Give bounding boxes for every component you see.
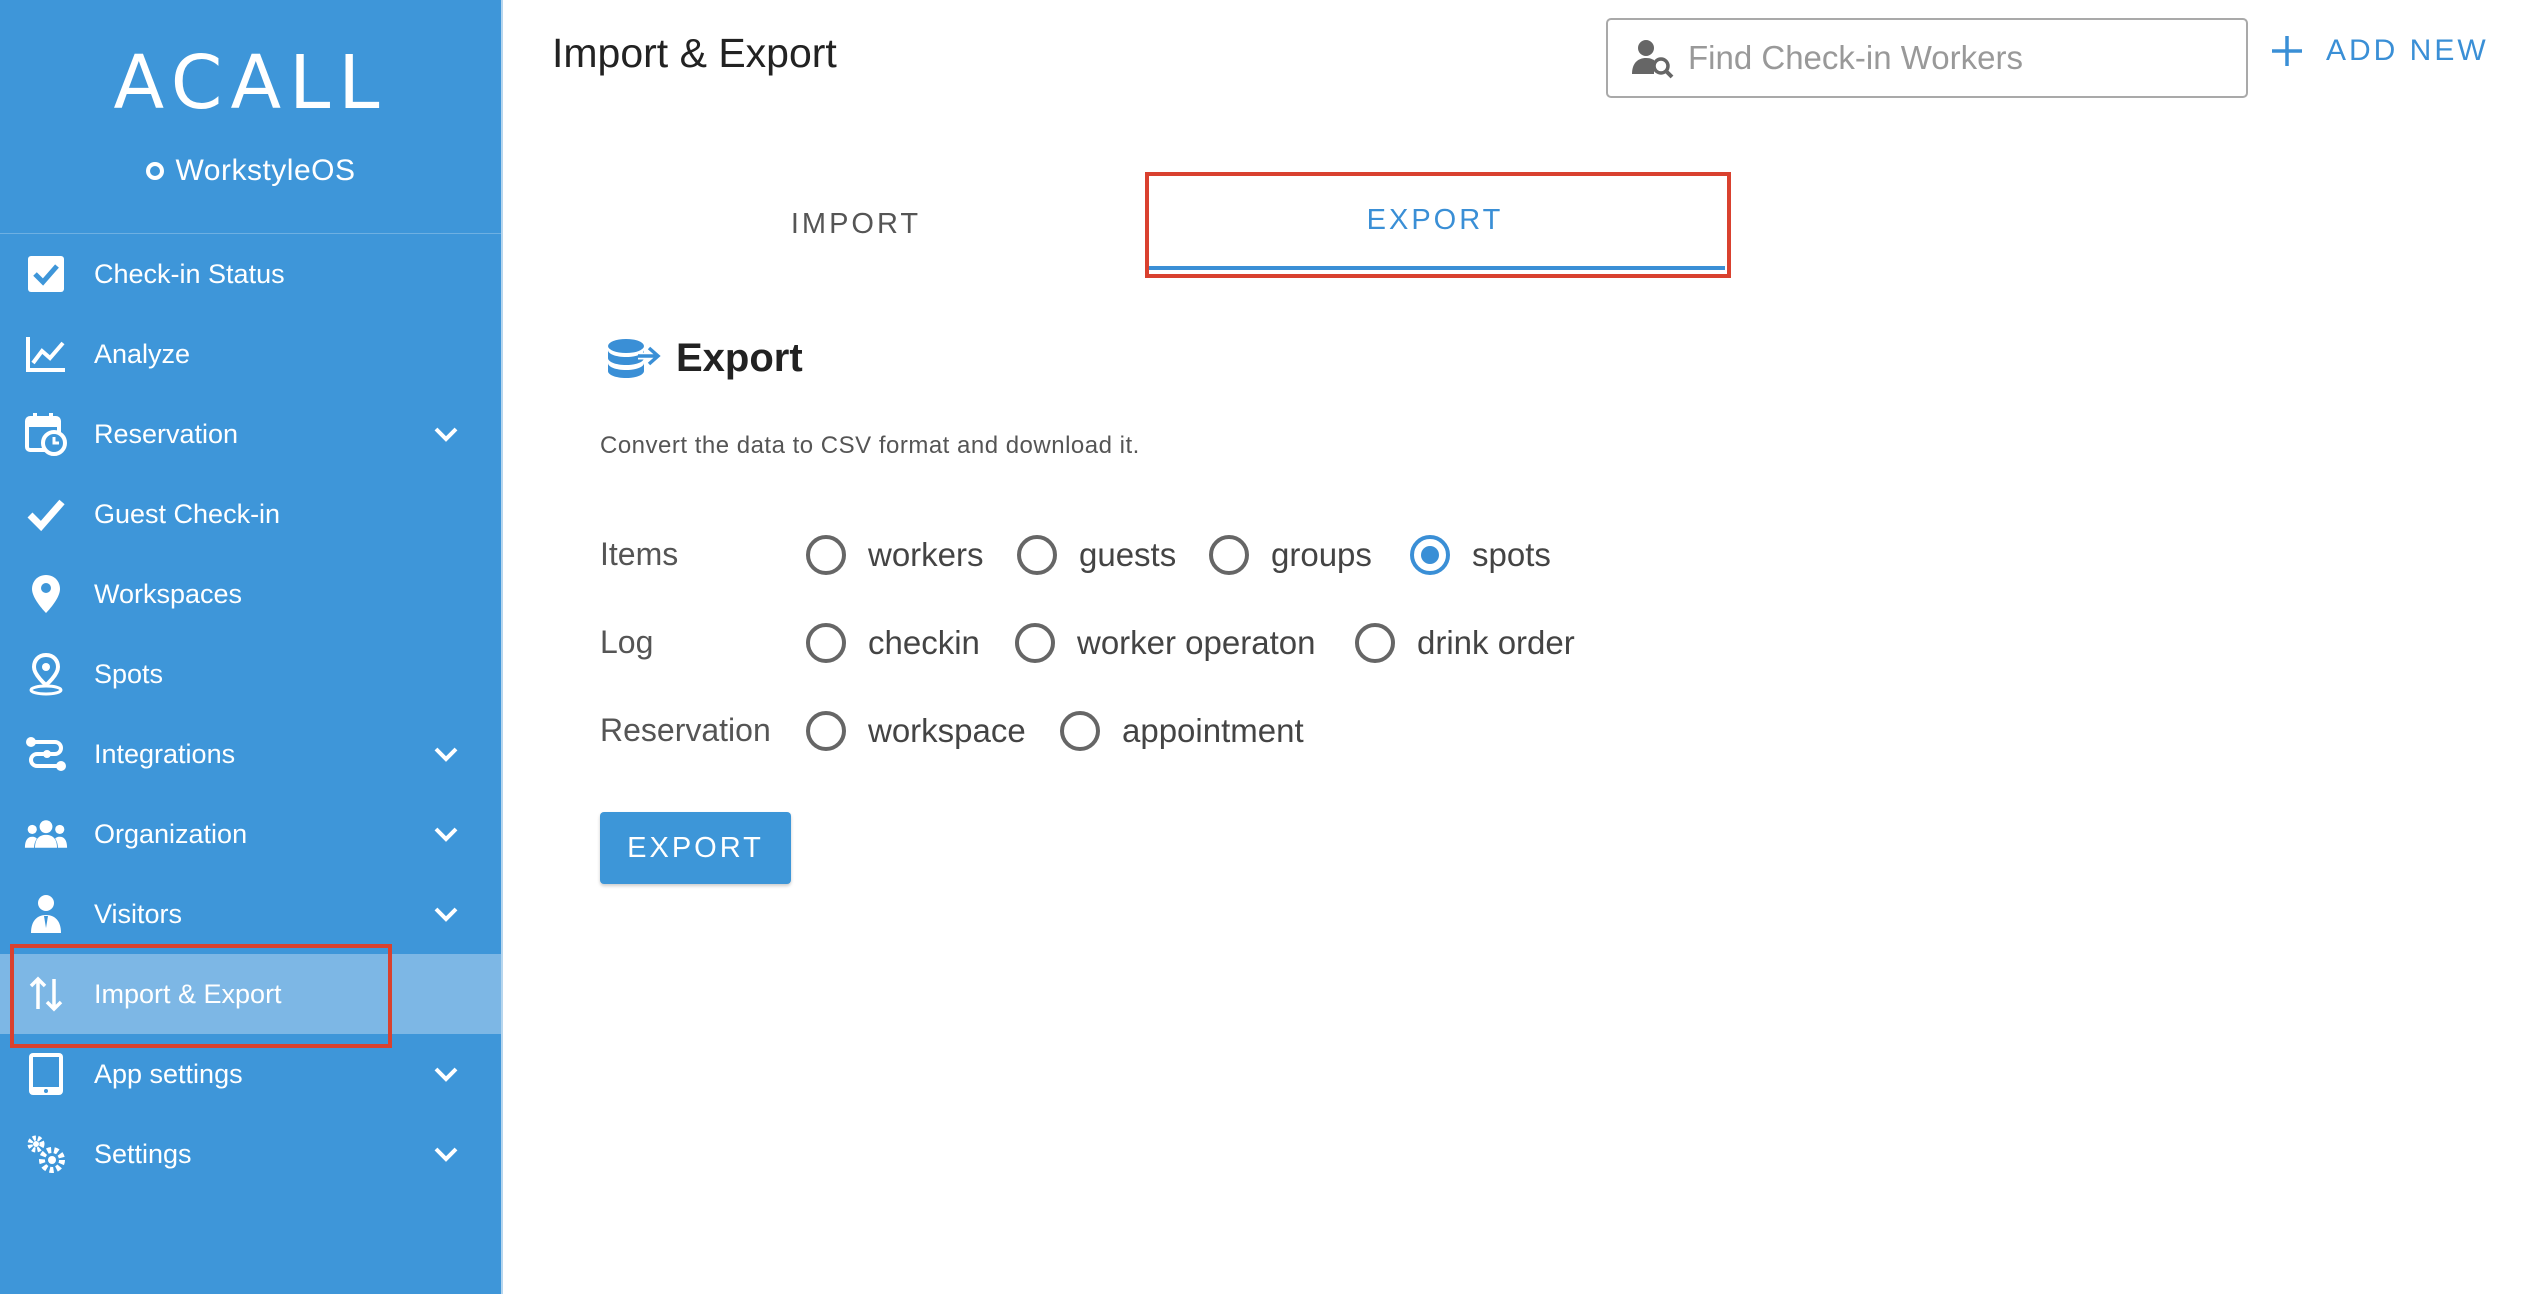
section-title: Export bbox=[676, 336, 803, 380]
export-button[interactable]: EXPORT bbox=[600, 812, 791, 884]
sidebar-item-label: App settings bbox=[94, 1058, 243, 1089]
sidebar-item-label: Workspaces bbox=[94, 578, 243, 609]
sidebar-item-label: Check-in Status bbox=[94, 258, 285, 289]
radio-circle[interactable] bbox=[1060, 711, 1100, 751]
tab-import[interactable]: IMPORT bbox=[566, 174, 1146, 274]
radio-circle[interactable] bbox=[1015, 623, 1055, 663]
add-new-label: ADD NEW bbox=[2326, 34, 2489, 67]
tablet-icon bbox=[24, 1052, 68, 1096]
checkbox-icon bbox=[24, 252, 68, 296]
radio-circle[interactable] bbox=[806, 623, 846, 663]
section-description: Convert the data to CSV format and downl… bbox=[600, 432, 1140, 459]
checkmark-icon bbox=[24, 492, 68, 536]
sidebar-item-label: Organization bbox=[94, 818, 248, 849]
radio-label: guests bbox=[1079, 536, 1177, 573]
sidebar-item-label: Reservation bbox=[94, 418, 239, 449]
highlight-box-sidebar bbox=[10, 944, 392, 1048]
radio-circle[interactable] bbox=[806, 535, 846, 575]
radio-guests[interactable]: guests bbox=[1017, 535, 1176, 575]
brand-subtitle-text: WorkstyleOS bbox=[175, 154, 356, 187]
sidebar-item-reservation[interactable]: Reservation bbox=[0, 394, 501, 474]
sidebar: ACALL WorkstyleOS Check-in Status Analyz… bbox=[0, 0, 503, 1294]
database-export-icon bbox=[608, 339, 664, 378]
radio-label: checkin bbox=[868, 624, 980, 661]
radio-label: drink order bbox=[1417, 624, 1575, 661]
radio-appointment[interactable]: appointment bbox=[1060, 711, 1304, 751]
plus-icon bbox=[2272, 36, 2302, 66]
row-label-reservation: Reservation bbox=[600, 712, 771, 748]
radio-label: spots bbox=[1472, 536, 1551, 573]
sidebar-item-label: Visitors bbox=[94, 898, 183, 929]
radio-circle[interactable] bbox=[1209, 535, 1249, 575]
radio-workspace[interactable]: workspace bbox=[806, 711, 1026, 751]
people-icon bbox=[24, 812, 68, 856]
highlight-box-export-tab bbox=[1145, 172, 1731, 278]
user-search-icon bbox=[1632, 40, 1674, 79]
brand-logo[interactable]: ACALL bbox=[113, 40, 387, 126]
sidebar-item-spots[interactable]: Spots bbox=[0, 634, 501, 714]
sidebar-item-workspaces[interactable]: Workspaces bbox=[0, 554, 501, 634]
radio-spots[interactable]: spots bbox=[1410, 535, 1551, 575]
row-label-log: Log bbox=[600, 624, 654, 660]
radio-circle[interactable] bbox=[1355, 623, 1395, 663]
chevron-down-icon[interactable] bbox=[432, 420, 460, 448]
sidebar-item-settings[interactable]: Settings bbox=[0, 1114, 501, 1194]
chevron-down-icon[interactable] bbox=[432, 900, 460, 928]
chevron-down-icon[interactable] bbox=[432, 1140, 460, 1168]
radio-label: appointment bbox=[1122, 712, 1304, 749]
radio-checkin[interactable]: checkin bbox=[806, 623, 980, 663]
radio-label: groups bbox=[1271, 536, 1372, 573]
sidebar-item-label: Analyze bbox=[94, 338, 191, 369]
brand-area: ACALL WorkstyleOS bbox=[0, 0, 501, 234]
sidebar-item-guest-check-in[interactable]: Guest Check-in bbox=[0, 474, 501, 554]
app-root: ACALL WorkstyleOS Check-in Status Analyz… bbox=[0, 0, 2538, 1294]
search-input[interactable] bbox=[1688, 39, 2228, 77]
radio-circle[interactable] bbox=[1017, 535, 1057, 575]
sidebar-item-analyze[interactable]: Analyze bbox=[0, 314, 501, 394]
sidebar-item-integrations[interactable]: Integrations bbox=[0, 714, 501, 794]
page-title: Import & Export bbox=[552, 30, 837, 76]
radio-drink-order[interactable]: drink order bbox=[1355, 623, 1575, 663]
sidebar-item-label: Integrations bbox=[94, 738, 236, 769]
location-pin-icon bbox=[24, 652, 68, 696]
brand-subtitle: WorkstyleOS bbox=[145, 154, 356, 188]
radio-label: worker operaton bbox=[1077, 624, 1316, 661]
radio-label: workers bbox=[868, 536, 984, 573]
radio-circle[interactable] bbox=[806, 711, 846, 751]
radio-label: workspace bbox=[868, 712, 1026, 749]
map-pin-icon bbox=[24, 572, 68, 616]
chevron-down-icon[interactable] bbox=[432, 820, 460, 848]
radio-groups[interactable]: groups bbox=[1209, 535, 1372, 575]
radio-worker-operaton[interactable]: worker operaton bbox=[1015, 623, 1315, 663]
row-label-items: Items bbox=[600, 536, 679, 572]
radio-workers[interactable]: workers bbox=[806, 535, 984, 575]
add-new-button[interactable]: ADD NEW bbox=[2270, 34, 2489, 68]
radio-circle-selected[interactable] bbox=[1410, 535, 1450, 575]
gears-icon bbox=[24, 1132, 68, 1176]
sidebar-item-organization[interactable]: Organization bbox=[0, 794, 501, 874]
visitor-icon bbox=[24, 892, 68, 936]
sidebar-item-visitors[interactable]: Visitors bbox=[0, 874, 501, 954]
chevron-down-icon[interactable] bbox=[432, 1060, 460, 1088]
integrations-icon bbox=[24, 732, 68, 776]
calendar-clock-icon bbox=[24, 412, 68, 456]
sidebar-item-label: Settings bbox=[94, 1138, 192, 1169]
search-box[interactable] bbox=[1606, 18, 2248, 98]
sidebar-item-check-in-status[interactable]: Check-in Status bbox=[0, 234, 501, 314]
chevron-down-icon[interactable] bbox=[432, 740, 460, 768]
line-chart-icon bbox=[24, 332, 68, 376]
sidebar-item-label: Guest Check-in bbox=[94, 498, 281, 529]
workstyle-ring-icon bbox=[145, 162, 164, 180]
sidebar-item-label: Spots bbox=[94, 658, 164, 689]
